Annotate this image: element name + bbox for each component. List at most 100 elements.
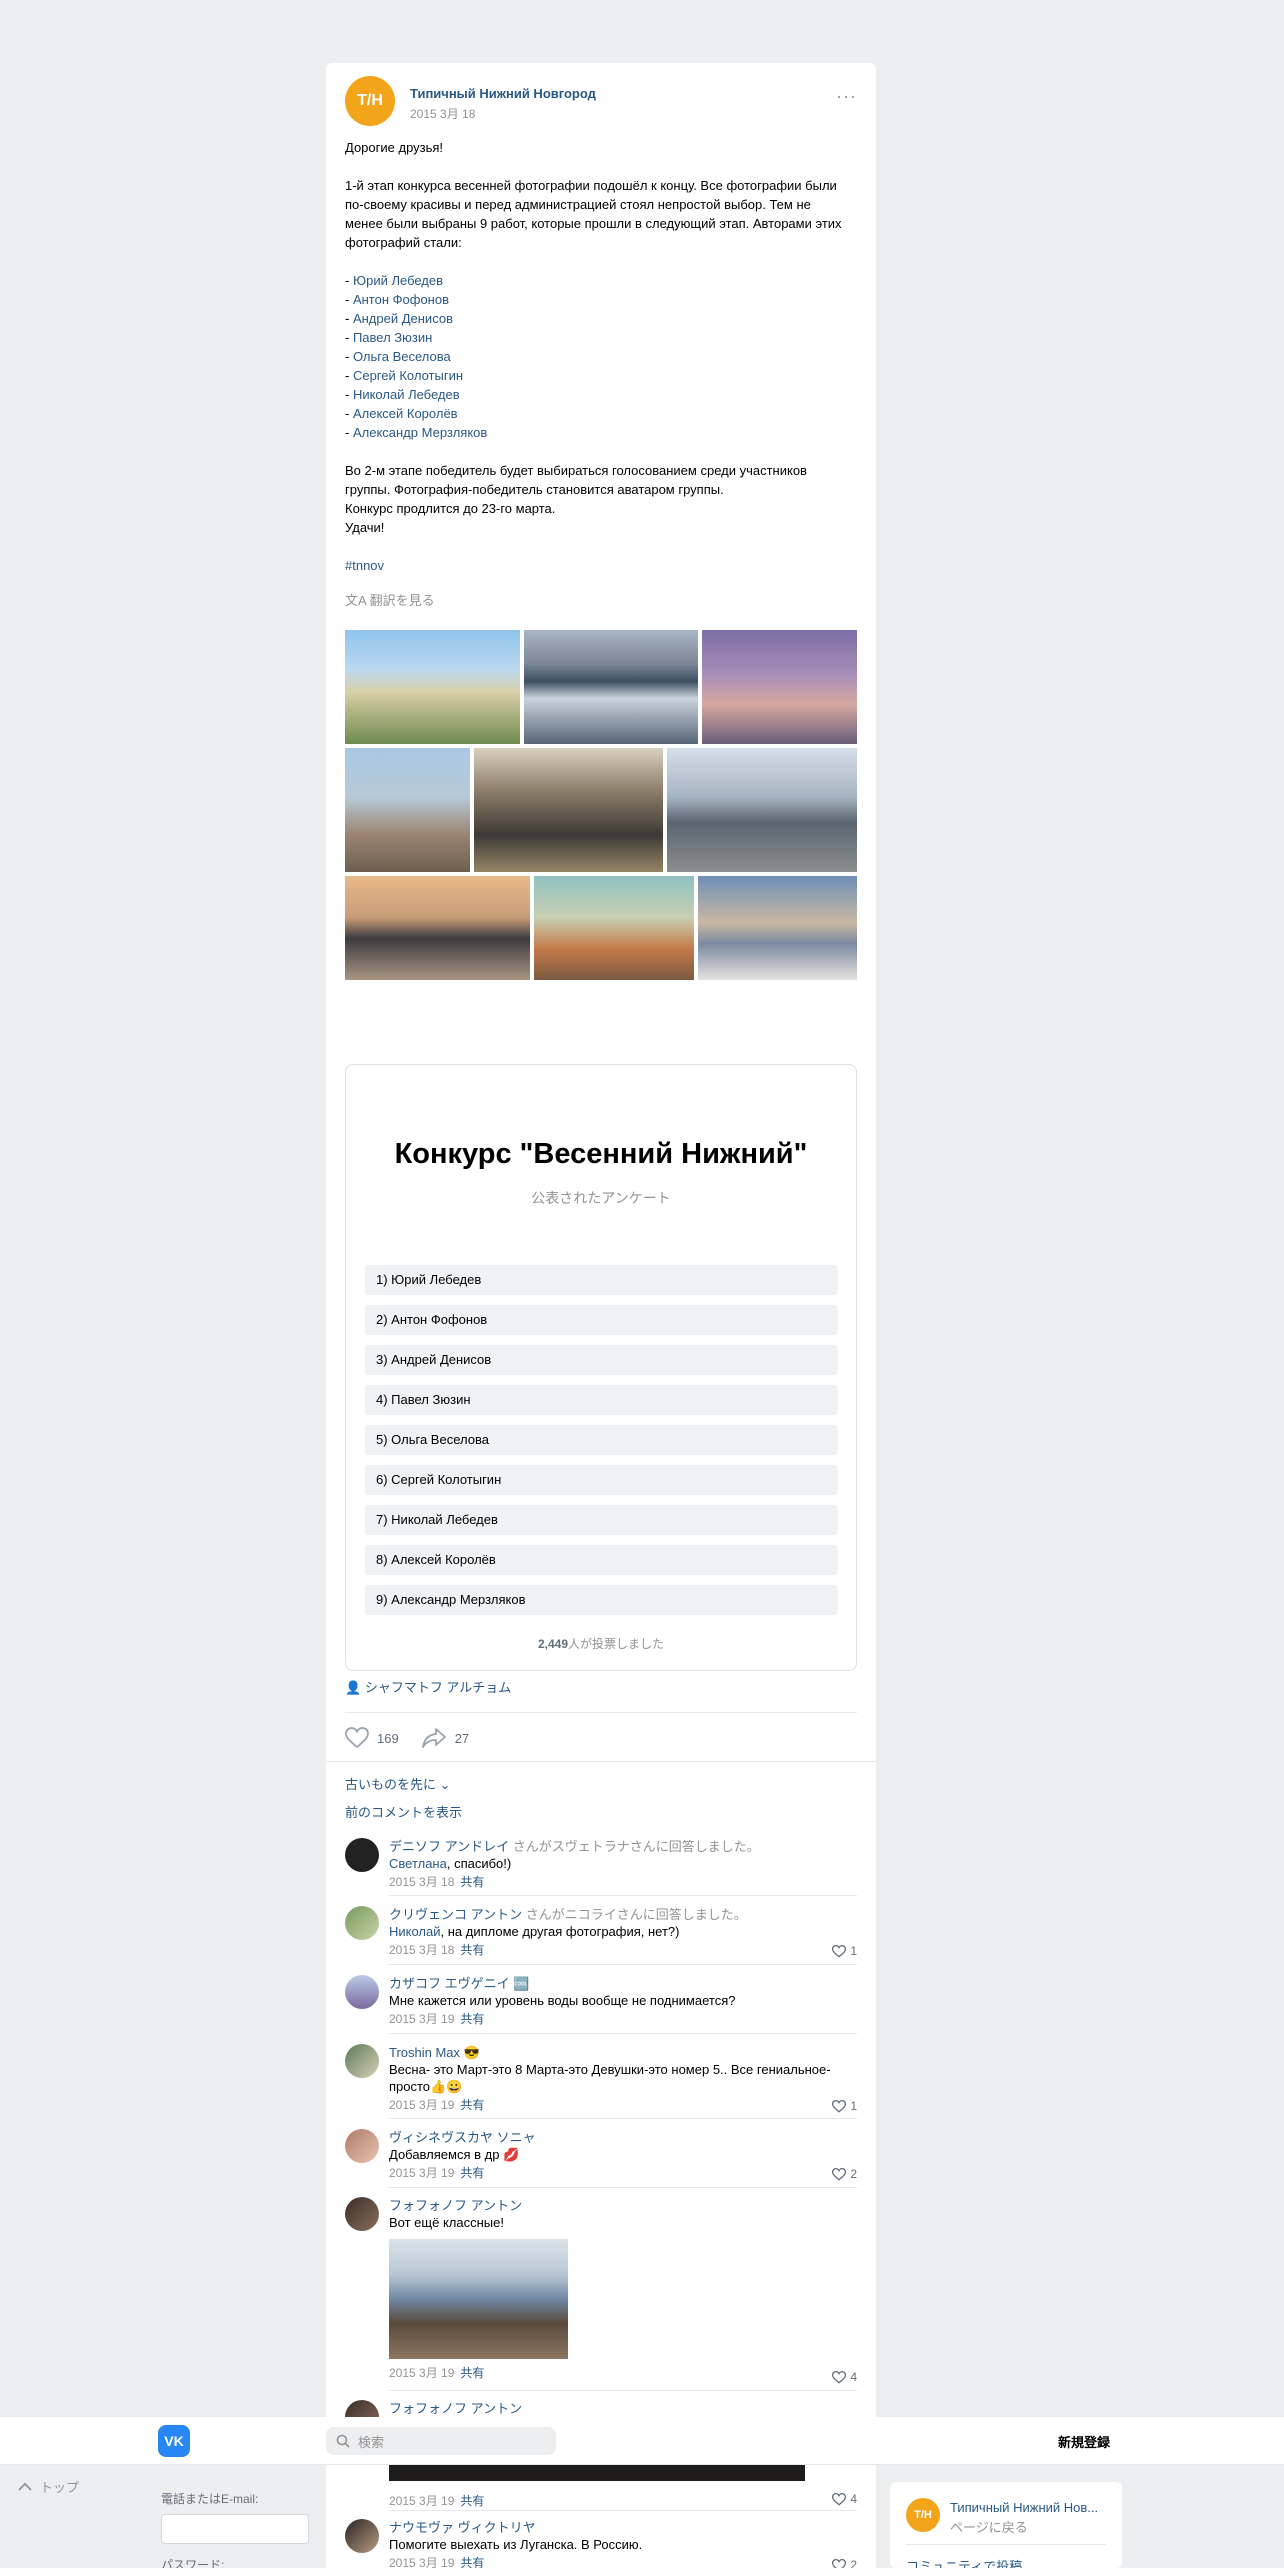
photo-thumbnail[interactable]: [474, 748, 663, 872]
comment-like-button[interactable]: 4: [832, 2370, 857, 2384]
show-previous-comments[interactable]: 前のコメントを表示: [345, 1802, 462, 1821]
comment-author[interactable]: カザコフ エヴゲニイ: [389, 1976, 510, 1991]
search-icon: [336, 2434, 350, 2448]
comment-like-button[interactable]: 4: [832, 2492, 857, 2506]
paragraph-line: по-своему красивы и перед администрацией…: [345, 197, 811, 212]
author-link[interactable]: Юрий Лебедев: [353, 273, 443, 288]
comment-like-button[interactable]: 2: [832, 2167, 857, 2181]
author-link[interactable]: Антон Фофонов: [353, 292, 449, 307]
photo-thumbnail[interactable]: [345, 630, 520, 744]
group-avatar[interactable]: Т/Н: [345, 76, 395, 126]
comment-date[interactable]: 2015 3月 19: [389, 2166, 454, 2180]
vk-logo[interactable]: VK: [158, 2425, 190, 2457]
poll-subtitle: 公表されたアンケート: [531, 1190, 671, 1206]
share-link[interactable]: 共有: [460, 1875, 484, 1889]
more-options-icon[interactable]: ···: [836, 86, 857, 107]
heart-icon: [832, 2370, 847, 2384]
avatar[interactable]: [345, 2519, 379, 2553]
share-link[interactable]: 共有: [460, 1943, 484, 1957]
poll-option[interactable]: 3) Андрей Денисов: [365, 1345, 838, 1375]
poll-option[interactable]: 7) Николай Лебедев: [365, 1505, 838, 1535]
poll-option[interactable]: 5) Ольга Веселова: [365, 1425, 838, 1455]
comment-author[interactable]: フォフォノフ アントン: [389, 2197, 857, 2214]
poll-option[interactable]: 2) Антон Фофонов: [365, 1305, 838, 1335]
photo-thumbnail[interactable]: [524, 630, 698, 744]
photo-thumbnail[interactable]: [667, 748, 857, 872]
avatar[interactable]: [345, 2129, 379, 2163]
group-avatar[interactable]: Т/Н: [906, 2498, 940, 2532]
photo-thumbnail[interactable]: [534, 876, 694, 980]
comment-date[interactable]: 2015 3月 19: [389, 2494, 454, 2508]
comment-author[interactable]: ナウモヴァ ヴィクトリヤ: [389, 2519, 642, 2536]
post-date[interactable]: 2015 3月 18: [410, 105, 475, 122]
hashtag-link[interactable]: #tnnov: [345, 556, 857, 575]
poll-option[interactable]: 4) Павел Зюзин: [365, 1385, 838, 1415]
comment-like-button[interactable]: 1: [832, 1944, 857, 1958]
comment-text: Добавляемся в др 💋: [389, 2147, 520, 2162]
group-name-link[interactable]: Типичный Нижний Нов...: [950, 2500, 1098, 2515]
comment-date[interactable]: 2015 3月 19: [389, 2012, 454, 2026]
share-button[interactable]: 27: [421, 1727, 469, 1749]
heart-icon: [345, 1727, 369, 1749]
author-link[interactable]: Павел Зюзин: [353, 330, 432, 345]
comment-author[interactable]: クリヴェンコ アントン: [389, 1907, 522, 1922]
avatar[interactable]: [345, 2197, 379, 2231]
community-posts-link[interactable]: コミュニティで投稿: [906, 2556, 1022, 2568]
comment-like-button[interactable]: 1: [832, 2099, 857, 2113]
avatar[interactable]: [345, 1975, 379, 2009]
share-link[interactable]: 共有: [460, 2012, 484, 2026]
author-link[interactable]: Николай Лебедев: [353, 387, 460, 402]
comment-photo[interactable]: [389, 2239, 568, 2359]
share-link[interactable]: 共有: [460, 2366, 484, 2380]
author-link[interactable]: Александр Мерзляков: [353, 425, 487, 440]
post-author-link[interactable]: 👤 シャフマトフ アルチョム: [345, 1677, 511, 1696]
comment: カザコフ エヴゲニイ 🆒 Мне кажется или уровень вод…: [345, 1975, 857, 2033]
email-field[interactable]: [161, 2514, 309, 2544]
share-link[interactable]: 共有: [460, 2494, 484, 2508]
share-link[interactable]: 共有: [460, 2098, 484, 2112]
comment-author[interactable]: Troshin Max: [389, 2045, 460, 2060]
post-text: Дорогие друзья! 1-й этап конкурса весенн…: [345, 138, 857, 575]
comments-sort[interactable]: 古いものを先に ⌄: [345, 1774, 451, 1793]
comment-date[interactable]: 2015 3月 19: [389, 2556, 454, 2568]
comment-author[interactable]: フォフォノフ アントン: [389, 2400, 857, 2417]
photo-thumbnail[interactable]: [345, 748, 470, 872]
like-button[interactable]: 169: [345, 1727, 399, 1749]
avatar[interactable]: [345, 2044, 379, 2078]
comment-date[interactable]: 2015 3月 18: [389, 1875, 454, 1889]
search-input[interactable]: 検索: [326, 2427, 556, 2455]
comment-photo-bottom[interactable]: [389, 2465, 805, 2481]
signup-button[interactable]: 新規登録: [1058, 2432, 1110, 2451]
share-icon: [421, 1728, 446, 1748]
poll-option[interactable]: 8) Алексей Королёв: [365, 1545, 838, 1575]
poll-option[interactable]: 1) Юрий Лебедев: [365, 1265, 838, 1295]
share-link[interactable]: 共有: [460, 2556, 484, 2568]
comment-date[interactable]: 2015 3月 18: [389, 1943, 454, 1957]
comment-author[interactable]: ヴィシネヴスカヤ ソニャ: [389, 2129, 857, 2146]
author-link[interactable]: Андрей Денисов: [353, 311, 453, 326]
comment-like-button[interactable]: 2: [832, 2558, 857, 2568]
photo-thumbnail[interactable]: [702, 630, 857, 744]
reply-to-link[interactable]: Николай: [389, 1924, 441, 1939]
reply-to-link[interactable]: Светлана: [389, 1856, 447, 1871]
divider: [345, 1712, 857, 1713]
paragraph-line: 1-й этап конкурса весенней фотографии по…: [345, 178, 837, 193]
group-name-link[interactable]: Типичный Нижний Новгород: [410, 86, 596, 101]
poll-option[interactable]: 9) Александр Мерзляков: [365, 1585, 838, 1615]
comment-date[interactable]: 2015 3月 19: [389, 2366, 454, 2380]
comment-date[interactable]: 2015 3月 19: [389, 2098, 454, 2112]
scroll-to-top-button[interactable]: トップ: [18, 2477, 79, 2496]
avatar[interactable]: [345, 1906, 379, 1940]
avatar[interactable]: [345, 1838, 379, 1872]
author-link[interactable]: Алексей Королёв: [353, 406, 458, 421]
author-link[interactable]: Ольга Веселова: [353, 349, 451, 364]
share-link[interactable]: 共有: [460, 2166, 484, 2180]
photo-thumbnail[interactable]: [698, 876, 857, 980]
poll-option[interactable]: 6) Сергей Колотыгин: [365, 1465, 838, 1495]
author-link[interactable]: Сергей Колотыгин: [353, 368, 463, 383]
post-author-name: シャフマトフ アルチョム: [364, 1680, 512, 1695]
translate-button[interactable]: 文A 翻訳を見る: [345, 590, 435, 609]
photo-thumbnail[interactable]: [345, 876, 530, 980]
back-to-page-link[interactable]: ページに戻る: [950, 2517, 1028, 2536]
comment-author[interactable]: デニソフ アンドレイ: [389, 1839, 509, 1854]
